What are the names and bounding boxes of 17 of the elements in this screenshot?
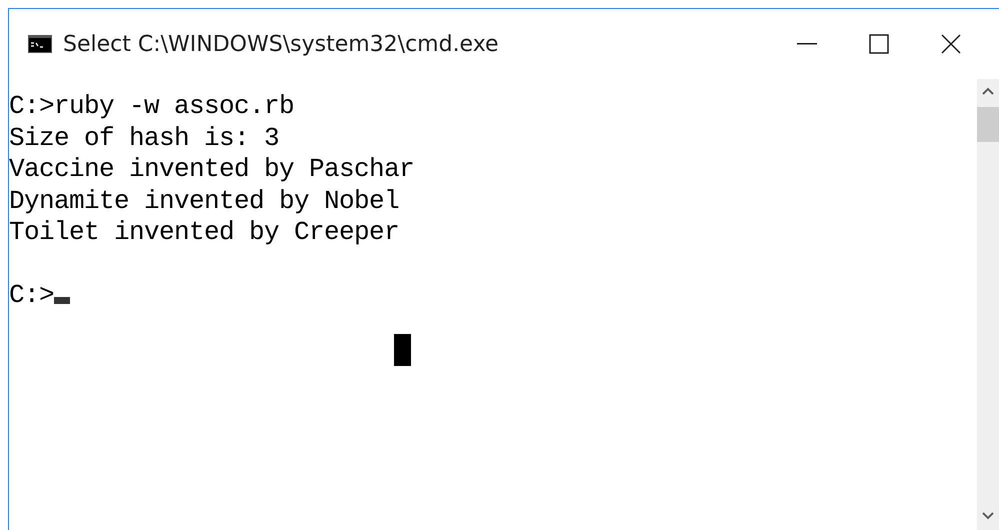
- terminal-icon: [28, 35, 52, 53]
- console-line: C:>ruby -w assoc.rb: [9, 91, 296, 122]
- scroll-down-icon[interactable]: [982, 512, 994, 520]
- console-line: Vaccine invented by Paschar: [9, 154, 416, 186]
- window-title: Select C:\WINDOWS\system32\cmd.exe: [63, 30, 499, 58]
- close-icon: [941, 34, 961, 54]
- console-line: Toilet invented by Creeper: [9, 217, 400, 248]
- command-prompt: C:>: [9, 280, 54, 310]
- scrollbar[interactable]: [977, 79, 999, 530]
- scroll-up-icon[interactable]: [982, 87, 994, 95]
- text-caret-icon: [54, 297, 70, 304]
- mouse-text-cursor-icon: [394, 334, 411, 366]
- console-line: Dynamite invented by Nobel: [9, 186, 400, 217]
- console-line: Size of hash is: 3: [9, 122, 280, 154]
- scrollbar-thumb[interactable]: [977, 107, 999, 142]
- minimize-icon: [797, 43, 817, 45]
- maximize-icon: [869, 34, 889, 54]
